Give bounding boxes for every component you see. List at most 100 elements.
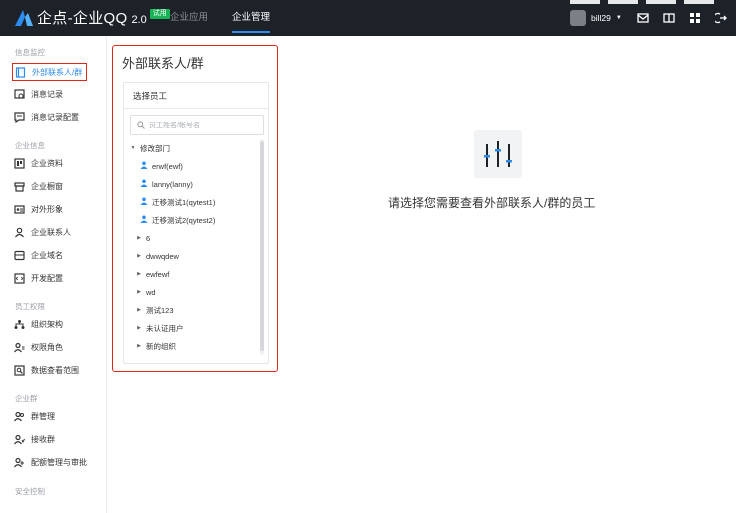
top-bar: 企点-企业QQ 2.0 试用 企业应用 企业管理 bill29 ▼ xyxy=(0,0,736,36)
domain-icon xyxy=(14,250,25,261)
sidebar-group-security: 安全控制 xyxy=(15,487,45,496)
employee-selector: 选择员工 ▼ 修改部门 erwf(ewf) lanny(lanny) 迁移测试1… xyxy=(123,82,269,364)
sidebar-item-label: 群管理 xyxy=(31,411,55,421)
person-icon xyxy=(140,161,148,171)
avatar xyxy=(570,10,586,26)
sidebar-item-label: 企业资料 xyxy=(31,158,63,168)
sidebar-item-label: 企业域名 xyxy=(31,250,63,260)
sidebar-item-label: 数据查看范围 xyxy=(31,365,79,375)
search-input[interactable] xyxy=(149,121,259,129)
public-image-icon xyxy=(14,204,25,215)
tree-dept-modified[interactable]: ▼ 修改部门 xyxy=(130,141,170,155)
tree-scrollbar[interactable] xyxy=(260,139,264,355)
search-box[interactable] xyxy=(130,115,264,135)
sidebar-item-external-contacts[interactable]: 外部联系人/群 xyxy=(12,63,88,81)
tree-label: 迁移测试1(qytest1) xyxy=(152,197,216,207)
sidebar-item-showcase[interactable]: 企业橱窗 xyxy=(14,178,63,194)
nav-enterprise-apps[interactable]: 企业应用 xyxy=(170,0,208,36)
book-icon[interactable] xyxy=(662,11,676,25)
trial-badge: 试用 xyxy=(149,8,170,19)
contact-person-icon xyxy=(14,227,25,238)
nav-enterprise-manage[interactable]: 企业管理 xyxy=(232,0,271,36)
brand[interactable]: 企点-企业QQ 2.0 试用 xyxy=(14,7,170,28)
sidebar-item-label: 权限角色 xyxy=(31,342,63,352)
sidebar-group-permissions: 员工权限 xyxy=(15,302,45,311)
username: bill29 xyxy=(591,13,611,23)
sidebar-item-company-profile[interactable]: 企业资料 xyxy=(14,155,63,171)
sidebar-item-domain[interactable]: 企业域名 xyxy=(14,247,63,263)
tree-dept[interactable]: ▶ 新的组织 xyxy=(136,339,176,353)
sliders-icon xyxy=(474,130,522,178)
sidebar-item-label: 消息记录配置 xyxy=(31,112,79,122)
receive-group-icon xyxy=(14,434,25,445)
sidebar-item-label: 配额管理与审批 xyxy=(31,457,87,467)
data-scope-icon xyxy=(14,364,25,376)
tree-label: wd xyxy=(146,287,156,297)
top-strip xyxy=(570,0,736,4)
scrollbar-thumb[interactable] xyxy=(260,141,264,351)
sidebar-item-dev-config[interactable]: 开发配置 xyxy=(14,270,63,286)
tree-label: dwwqdew xyxy=(146,251,179,261)
sidebar-item-message-record[interactable]: 消息记录 xyxy=(14,86,63,102)
tree-dept[interactable]: ▶ wd xyxy=(136,285,156,299)
tree-label: lanny(lanny) xyxy=(152,179,193,189)
role-icon xyxy=(14,342,25,353)
sidebar-item-data-scope[interactable]: 数据查看范围 xyxy=(14,362,79,378)
logout-icon[interactable] xyxy=(714,11,728,25)
apps-grid-icon[interactable] xyxy=(688,11,702,25)
tree-dept[interactable]: ▶ ewfewf xyxy=(136,267,169,281)
sidebar-item-contact-person[interactable]: 企业联系人 xyxy=(14,224,71,240)
chevron-right-icon[interactable]: ▶ xyxy=(136,307,142,313)
tree-dept[interactable]: ▶ dwwqdew xyxy=(136,249,179,263)
sidebar-group-groups: 企业群 xyxy=(15,394,38,403)
sidebar-item-label: 开发配置 xyxy=(31,273,63,283)
sidebar-group-company: 企业信息 xyxy=(15,141,45,150)
chevron-right-icon[interactable]: ▶ xyxy=(136,235,142,241)
tree-person[interactable]: 迁移测试2(qytest2) xyxy=(140,213,215,227)
brand-version: 2.0 xyxy=(131,13,147,26)
sidebar-item-label: 外部联系人/群 xyxy=(32,67,83,77)
chevron-right-icon[interactable]: ▶ xyxy=(136,343,142,349)
tree-dept[interactable]: ▶ 6 xyxy=(136,231,150,245)
sidebar-item-quota[interactable]: 配额管理与审批 xyxy=(14,454,87,470)
sidebar-item-receive-group[interactable]: 接收群 xyxy=(14,431,55,447)
user-menu[interactable]: bill29 ▼ xyxy=(570,10,622,26)
search-icon xyxy=(137,121,145,129)
sidebar-item-label: 企业橱窗 xyxy=(31,181,63,191)
sidebar-item-public-image[interactable]: 对外形象 xyxy=(14,201,63,217)
top-icons xyxy=(636,11,728,25)
chevron-right-icon[interactable]: ▶ xyxy=(136,271,142,277)
person-icon xyxy=(140,197,148,207)
main-nav: 企业应用 企业管理 xyxy=(170,0,271,36)
sidebar-item-label: 接收群 xyxy=(31,434,55,444)
chevron-down-icon[interactable]: ▼ xyxy=(130,145,136,151)
message-config-icon xyxy=(14,111,25,123)
contacts-book-icon xyxy=(15,66,26,78)
tree-person[interactable]: erwf(ewf) xyxy=(140,159,183,173)
tree-label: 修改部门 xyxy=(140,143,170,153)
brand-logo-icon xyxy=(15,9,33,26)
tree-person[interactable]: lanny(lanny) xyxy=(140,177,193,191)
sidebar-item-org-structure[interactable]: 组织架构 xyxy=(14,316,63,332)
org-structure-icon xyxy=(14,319,25,330)
chevron-right-icon[interactable]: ▶ xyxy=(136,289,142,295)
page-title: 外部联系人/群 xyxy=(122,56,204,71)
chevron-right-icon[interactable]: ▶ xyxy=(136,325,142,331)
tree-label: 新的组织 xyxy=(146,341,176,351)
sidebar-item-label: 组织架构 xyxy=(31,319,63,329)
tree-label: 迁移测试2(qytest2) xyxy=(152,215,216,225)
mail-icon[interactable] xyxy=(636,11,650,25)
sidebar-item-group-manage[interactable]: 群管理 xyxy=(14,408,55,424)
sidebar-item-label: 消息记录 xyxy=(31,89,63,99)
chevron-right-icon[interactable]: ▶ xyxy=(136,253,142,259)
tree-person[interactable]: 迁移测试1(qytest1) xyxy=(140,195,215,209)
external-contacts-panel: 外部联系人/群 选择员工 ▼ 修改部门 erwf(ewf) lanny(lann… xyxy=(112,45,278,372)
tree-dept[interactable]: ▶ 未认证用户 xyxy=(136,321,183,335)
tree-label: ewfewf xyxy=(146,269,170,279)
sidebar-item-message-config[interactable]: 消息记录配置 xyxy=(14,109,79,125)
tree-label: 测试123 xyxy=(146,305,174,315)
tree-dept[interactable]: ▶ 测试123 xyxy=(136,303,174,317)
sidebar-item-role[interactable]: 权限角色 xyxy=(14,339,63,355)
sidebar-item-label: 对外形象 xyxy=(31,204,63,214)
sidebar-item-label: 企业联系人 xyxy=(31,227,71,237)
